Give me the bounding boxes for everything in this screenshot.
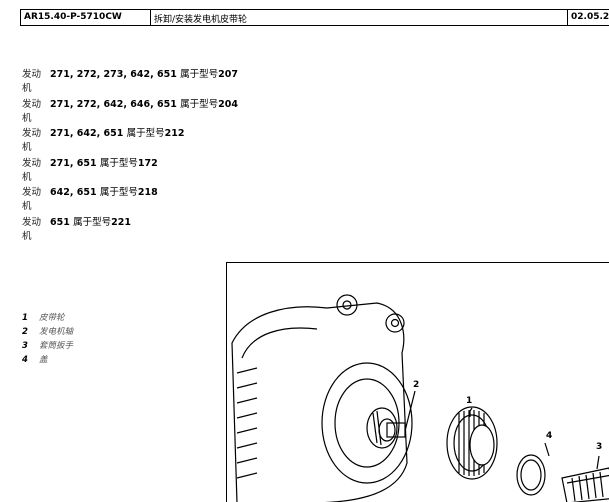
document-header: AR15.40-P-5710CW 拆卸/安装发电机皮带轮 02.05.2017 bbox=[20, 9, 609, 26]
engine-codes: 651 bbox=[50, 216, 70, 228]
belongs-to-label: 属于型号 bbox=[99, 157, 138, 169]
engine-label: 发动机 bbox=[22, 157, 42, 183]
model-row: 发动机 271, 642, 651 属于型号212 bbox=[22, 127, 282, 157]
model-row: 发动机 271, 272, 273, 642, 651 属于型号207 bbox=[22, 68, 282, 98]
model-number: 218 bbox=[137, 187, 158, 198]
legend-number: 2 bbox=[22, 327, 28, 337]
engine-label: 发动机 bbox=[22, 187, 42, 212]
callout-4: 4 bbox=[546, 431, 552, 441]
belongs-to-label: 属于型号 bbox=[180, 69, 219, 80]
alternator-pulley-illustration: 2 1 4 3 bbox=[226, 262, 609, 502]
engine-codes: 271, 272, 642, 646, 651 bbox=[50, 98, 177, 110]
engine-codes: 642, 651 bbox=[50, 187, 97, 198]
engine-codes: 271, 642, 651 bbox=[50, 128, 124, 139]
model-number: 212 bbox=[164, 128, 185, 139]
engine-label: 发动机 bbox=[22, 128, 42, 153]
engine-codes: 271, 272, 273, 642, 651 bbox=[50, 69, 177, 80]
model-row: 发动机 651 属于型号221 bbox=[22, 216, 282, 246]
doc-id: AR15.40-P-5710CW bbox=[21, 10, 151, 25]
legend-text: 发电机轴 bbox=[39, 327, 74, 337]
alternator-drawing: 2 1 4 3 bbox=[231, 294, 609, 502]
model-row: 发动机 642, 651 属于型号218 bbox=[22, 186, 282, 216]
model-number: 172 bbox=[137, 157, 158, 169]
legend-item: 3 套筒扳手 bbox=[22, 339, 73, 353]
callout-1: 1 bbox=[466, 396, 472, 406]
legend-item: 2 发电机轴 bbox=[22, 325, 73, 339]
figure-legend: 1 皮带轮 2 发电机轴 3 套筒扳手 4 盖 bbox=[22, 311, 73, 367]
doc-title: 拆卸/安装发电机皮带轮 bbox=[154, 15, 248, 25]
engine-label: 发动机 bbox=[22, 69, 42, 94]
model-row: 发动机 271, 651 属于型号172 bbox=[22, 157, 282, 187]
legend-number: 4 bbox=[22, 355, 28, 365]
legend-text: 盖 bbox=[39, 355, 48, 365]
legend-item: 4 盖 bbox=[22, 353, 73, 367]
engine-codes: 271, 651 bbox=[50, 157, 97, 169]
doc-date: 02.05.2017 bbox=[567, 10, 609, 25]
belongs-to-label: 属于型号 bbox=[180, 98, 219, 110]
belongs-to-label: 属于型号 bbox=[126, 128, 165, 139]
legend-number: 3 bbox=[22, 341, 28, 351]
belongs-to-label: 属于型号 bbox=[99, 187, 138, 198]
legend-item: 1 皮带轮 bbox=[22, 311, 73, 325]
callout-3: 3 bbox=[596, 442, 602, 452]
model-number: 207 bbox=[218, 69, 238, 80]
model-number: 221 bbox=[111, 216, 132, 228]
model-number: 204 bbox=[218, 98, 238, 110]
model-row: 发动机 271, 272, 642, 646, 651 属于型号204 bbox=[22, 98, 282, 128]
callout-2: 2 bbox=[413, 380, 419, 390]
engine-label: 发动机 bbox=[22, 98, 42, 124]
model-applicability-list: 发动机 271, 272, 273, 642, 651 属于型号207 发动机 … bbox=[22, 68, 282, 245]
belongs-to-label: 属于型号 bbox=[73, 216, 112, 228]
legend-text: 套筒扳手 bbox=[39, 341, 74, 351]
legend-text: 皮带轮 bbox=[39, 313, 65, 323]
legend-number: 1 bbox=[22, 313, 28, 323]
engine-label: 发动机 bbox=[22, 216, 42, 242]
